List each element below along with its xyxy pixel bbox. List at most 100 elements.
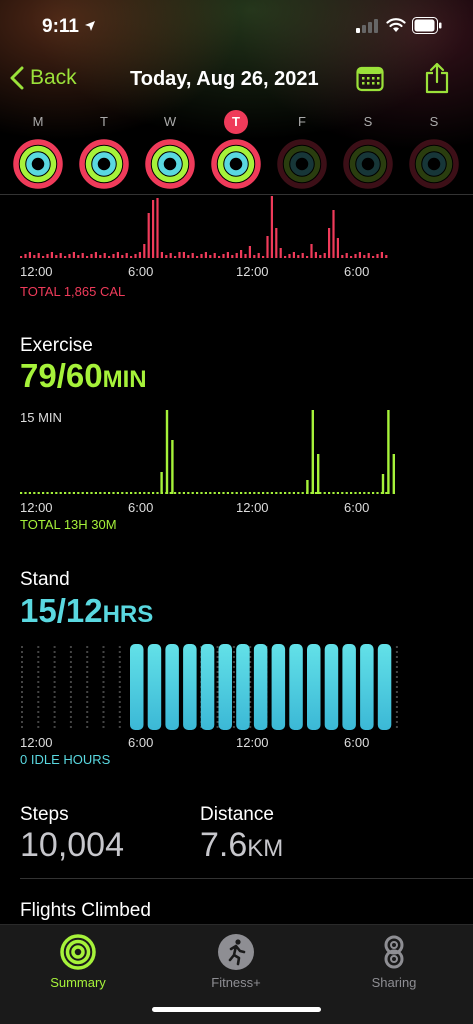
exercise-bar [387, 410, 390, 494]
move-bar [94, 252, 97, 258]
exercise-bar [86, 492, 89, 494]
running-figure-icon [218, 934, 254, 970]
move-bar [33, 255, 36, 258]
move-bar [218, 256, 221, 258]
exercise-tick-4: 6:00 [344, 500, 370, 515]
exercise-bar [385, 492, 388, 494]
exercise-bar [37, 492, 40, 494]
move-bar [266, 236, 269, 258]
steps-label: Steps [20, 804, 69, 825]
stand-hour-bar [218, 644, 232, 730]
exercise-bar [187, 492, 190, 494]
exercise-bar [266, 492, 269, 494]
calendar-icon[interactable] [356, 66, 384, 92]
move-bar [385, 255, 388, 258]
move-bar [152, 200, 155, 258]
exercise-bar [372, 492, 375, 494]
tab-sharing[interactable]: Sharing [334, 933, 454, 990]
exercise-bar [213, 492, 216, 494]
move-bar [116, 252, 119, 258]
exercise-bar [72, 492, 75, 494]
exercise-unit: MIN [102, 366, 147, 393]
move-bar [314, 252, 317, 258]
tab-fitness-plus[interactable]: Fitness+ [176, 933, 296, 990]
day-4[interactable]: F [272, 110, 332, 190]
day-letter: M [32, 114, 44, 129]
exercise-bar [257, 492, 260, 494]
day-5[interactable]: S [338, 110, 398, 190]
exercise-bar [182, 492, 185, 494]
move-bar [20, 256, 23, 258]
stand-hour-bar [236, 644, 250, 730]
exercise-bar [248, 492, 251, 494]
exercise-bar [319, 492, 322, 494]
exercise-total: TOTAL 13H 30M [20, 517, 117, 532]
exercise-bar [306, 480, 309, 494]
move-bar [99, 255, 102, 258]
day-letter: W [163, 114, 177, 129]
move-bar [178, 252, 181, 258]
move-bar [130, 256, 133, 258]
move-bar [160, 252, 163, 258]
day-2[interactable]: W [140, 110, 200, 190]
move-bar [121, 255, 124, 258]
tab-summary[interactable]: Summary [18, 933, 138, 990]
tab-summary-label: Summary [50, 975, 106, 990]
move-bar [372, 256, 375, 258]
move-bar [292, 252, 295, 258]
move-bar [28, 252, 31, 258]
exercise-bar [20, 492, 23, 494]
exercise-bar [297, 492, 300, 494]
move-bar [125, 253, 128, 258]
stand-hour-bar [165, 644, 179, 730]
exercise-bar [345, 492, 348, 494]
activity-rings-icon [211, 139, 261, 189]
move-bar [37, 253, 40, 258]
move-bar [248, 246, 251, 258]
move-bar [55, 255, 58, 258]
exercise-bar [103, 492, 106, 494]
day-3[interactable]: T [206, 110, 266, 190]
share-icon[interactable] [424, 62, 450, 94]
day-letter: T [100, 114, 108, 129]
exercise-bar [147, 492, 150, 494]
stand-tick-2: 6:00 [128, 735, 154, 750]
exercise-bar [317, 454, 320, 494]
exercise-bar [152, 492, 155, 494]
move-bar [209, 255, 212, 258]
exercise-bar [90, 492, 93, 494]
activity-rings-icon [145, 139, 195, 189]
move-bar [77, 255, 80, 258]
week-strip: MTWTFSS [0, 110, 473, 194]
steps-value: 10,004 [20, 826, 124, 864]
day-1[interactable]: T [74, 110, 134, 190]
day-0[interactable]: M [8, 110, 68, 190]
exercise-bar [94, 492, 97, 494]
move-bar [165, 255, 168, 258]
move-bar [187, 255, 190, 258]
move-bar [297, 255, 300, 258]
move-bar [196, 256, 199, 258]
move-bar [59, 253, 62, 258]
activity-rings-icon [60, 934, 96, 970]
move-bar [143, 244, 146, 258]
back-label: Back [30, 66, 77, 89]
exercise-bar [125, 492, 128, 494]
stand-hour-bar [342, 644, 356, 730]
move-bar [147, 213, 150, 258]
move-bar [134, 254, 137, 258]
stand-hour-bar [130, 644, 144, 730]
exercise-bar [77, 492, 80, 494]
battery-icon [412, 17, 442, 34]
move-bar [240, 250, 243, 258]
exercise-bar [218, 492, 221, 494]
exercise-bar [64, 492, 67, 494]
back-button[interactable]: Back [10, 66, 77, 90]
move-tick-4: 6:00 [344, 264, 370, 279]
exercise-bar [392, 454, 395, 494]
move-bar [270, 196, 273, 258]
day-6[interactable]: S [404, 110, 464, 190]
exercise-bar [112, 492, 115, 494]
move-bar [138, 252, 141, 258]
exercise-bar [196, 492, 199, 494]
